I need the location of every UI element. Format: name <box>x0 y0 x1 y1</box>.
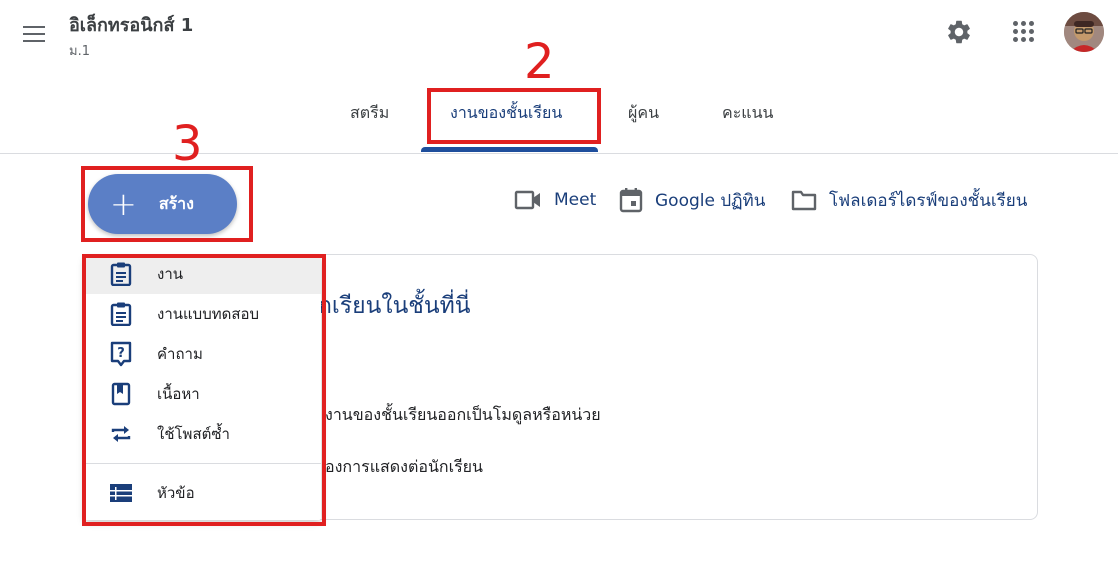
calendar-label: Google ปฏิทิน <box>655 190 766 211</box>
drive-folder-link[interactable]: โฟลเดอร์ไดรฟ์ของชั้นเรียน <box>791 186 1027 214</box>
meet-label: Meet <box>554 190 597 210</box>
annotation-box-menu <box>82 254 326 526</box>
calendar-link[interactable]: Google ปฏิทิน <box>619 186 765 214</box>
card-text-line-1: งานของชั้นเรียนออกเป็นโมดูลหรือหน่วย <box>325 405 601 424</box>
annotation-number-3: 3 <box>172 116 203 172</box>
tab-people[interactable]: ผู้คน <box>628 101 659 126</box>
calendar-icon <box>619 188 643 213</box>
avatar[interactable] <box>1064 12 1104 52</box>
apps-grid-icon[interactable] <box>1012 20 1036 44</box>
main-menu-button[interactable] <box>18 18 50 50</box>
annotation-box-tab <box>427 88 601 144</box>
header-divider <box>0 153 1118 154</box>
drive-folder-label: โฟลเดอร์ไดรฟ์ของชั้นเรียน <box>829 190 1028 211</box>
folder-icon <box>791 190 817 211</box>
class-title: อิเล็กทรอนิกส์ 1 <box>69 15 194 36</box>
active-tab-indicator <box>421 147 598 152</box>
meet-link[interactable]: Meet <box>514 186 596 214</box>
card-text-line-2: องการแสดงต่อนักเรียน <box>325 457 483 476</box>
tab-stream[interactable]: สตรีม <box>350 101 389 126</box>
annotation-box-create <box>81 166 253 242</box>
annotation-number-2: 2 <box>524 34 555 90</box>
video-camera-icon <box>514 190 540 210</box>
tab-grades[interactable]: คะแนน <box>722 101 773 126</box>
gear-icon[interactable] <box>945 18 973 46</box>
card-heading: กเรียนในชั้นที่นี่ <box>318 293 471 319</box>
class-subtitle: ม.1 <box>69 44 90 59</box>
